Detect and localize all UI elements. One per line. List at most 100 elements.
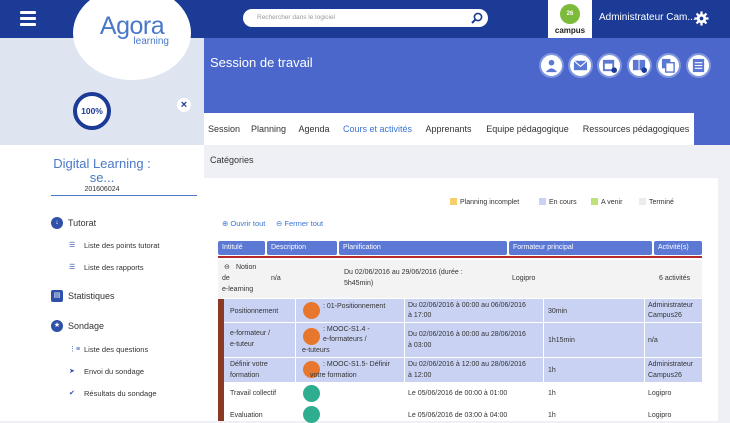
gear-icon[interactable]	[694, 11, 709, 26]
column-divider	[543, 299, 544, 383]
tab-ressources-pedagogiques[interactable]: Ressources pédagogiques	[578, 113, 694, 145]
activity-planning: Le 05/06/2016 de 03:00 à 04:00	[408, 412, 508, 419]
module-planning-line2: 5h45min)	[344, 280, 374, 287]
activity-trainer-line1: n/a	[648, 337, 658, 344]
activity-planning-line1: Du 02/06/2016 à 00:00 au 28/06/2016	[408, 331, 526, 338]
tab-session[interactable]: Session	[204, 113, 244, 145]
copy-icon	[661, 58, 675, 73]
module-status-line	[218, 256, 702, 258]
activity-planning-line1: Du 02/06/2016 à 12:00 au 28/06/2016	[408, 361, 526, 368]
campus-label: campus	[554, 26, 586, 35]
group-icon	[303, 385, 320, 402]
location-icon	[303, 406, 320, 423]
tab-cours-activites[interactable]: Cours et activités	[335, 113, 420, 145]
page-title: Session de travail	[210, 55, 313, 70]
notes-icon	[692, 58, 705, 73]
activity-trainer-line1: Administrateur	[648, 302, 694, 309]
course-title-line2: se...	[89, 170, 115, 185]
tab-planning[interactable]: Planning	[244, 113, 293, 145]
sidebar-item-resultats[interactable]: Résultats du sondage	[84, 389, 157, 398]
activity-description-line1: : MOOC-S1.4 -	[323, 326, 370, 333]
list-numbered-icon: ⋮≡	[69, 346, 81, 353]
activity-planning-line1: Du 02/06/2016 à 00:00 au 06/06/2016	[408, 302, 526, 309]
column-header-activites[interactable]: Activité(s)	[654, 241, 702, 255]
legend-en-cours: En cours	[549, 199, 577, 206]
legend-incomplet: Planning incomplet	[460, 199, 520, 206]
copy-button[interactable]	[656, 53, 681, 78]
activity-planning-line2: à 12:00	[408, 372, 432, 379]
presentation-icon	[303, 328, 320, 345]
column-header-planification[interactable]: Planification	[339, 241, 507, 255]
tab-apprenants[interactable]: Apprenants	[420, 113, 477, 145]
list-button[interactable]	[686, 53, 711, 78]
activity-name: Evaluation	[230, 412, 263, 419]
sidebar-section-sondage[interactable]: Sondage	[68, 321, 104, 331]
campus-number: 26	[566, 11, 574, 17]
course-title-line1: Digital Learning :	[53, 156, 151, 171]
open-all-label: Ouvrir tout	[230, 219, 266, 228]
activity-description-line2: votre formation	[310, 372, 357, 379]
logo-subtext: learning	[133, 36, 169, 47]
sidebar-item-points-tutorat[interactable]: Liste des points tutorat	[84, 241, 159, 250]
module-title-line2: de	[222, 275, 230, 282]
column-header-intitule[interactable]: Intitulé	[218, 241, 265, 255]
activity-trainer: Logipro	[648, 412, 672, 419]
activity-name-line2: formation	[230, 372, 260, 379]
table-row-module[interactable]	[218, 260, 702, 298]
column-header-description[interactable]: Description	[267, 241, 337, 255]
sidebar: Digital Learning : se... 201606024 ↓ Tut…	[0, 145, 204, 421]
module-trainer: Logipro	[512, 275, 536, 282]
tab-agenda[interactable]: Agenda	[293, 113, 335, 145]
column-divider	[404, 299, 405, 383]
categories-heading[interactable]: Catégories	[210, 155, 254, 165]
collapse-module-icon[interactable]: ⊖	[224, 263, 230, 272]
close-all-button[interactable]: ⊖ Fermer tout	[276, 219, 323, 228]
activity-description-line1: : MOOC-S1.5- Définir	[323, 361, 390, 368]
presentation-icon	[303, 302, 320, 319]
list-icon: ☰	[69, 242, 76, 249]
module-description: n/a	[271, 275, 281, 282]
progress-indicator: 100%	[73, 92, 111, 130]
activity-duration: 1h	[548, 367, 556, 374]
course-title[interactable]: Digital Learning : se...	[0, 157, 204, 185]
sidebar-item-rapports[interactable]: Liste des rapports	[84, 263, 144, 272]
search-input[interactable]: Rechercher dans le logiciel	[243, 9, 488, 27]
open-all-button[interactable]: ⊕ Ouvrir tout	[222, 219, 265, 228]
user-name[interactable]: Administrateur Cam...	[599, 12, 696, 23]
mail-button[interactable]	[568, 53, 593, 78]
legend-termine: Terminé	[649, 199, 674, 206]
sidebar-section-statistiques[interactable]: Statistiques	[68, 291, 115, 301]
user-button[interactable]	[539, 53, 564, 78]
add-resource-button[interactable]	[627, 53, 652, 78]
download-icon: ↓	[51, 217, 63, 229]
calendar-add-icon	[602, 59, 617, 73]
search-icon[interactable]	[470, 11, 484, 25]
activity-trainer-line1: Administrateur	[648, 361, 694, 368]
activity-trainer-line2: Campus26	[648, 372, 682, 379]
activity-planning-line2: à 17:00	[408, 312, 432, 319]
activity-name-line2: e-tuteur	[230, 341, 255, 348]
add-session-button[interactable]	[597, 53, 622, 78]
module-activity-count: 6 activités	[659, 275, 691, 282]
activity-duration: 1h	[548, 390, 556, 397]
chart-icon: ▤	[51, 290, 63, 302]
module-title-line3: e-learning	[222, 286, 254, 293]
tab-bar: Session Planning Agenda Cours et activit…	[204, 113, 718, 145]
sidebar-section-tutorat[interactable]: Tutorat	[68, 218, 96, 228]
close-icon[interactable]: ×	[177, 98, 191, 112]
sidebar-item-envoi[interactable]: Envoi du sondage	[84, 367, 144, 376]
user-icon	[545, 59, 558, 73]
close-all-label: Fermer tout	[284, 219, 324, 228]
activity-duration: 1h15min	[548, 337, 575, 344]
activity-name-line1: Définir votre	[230, 361, 268, 368]
menu-icon[interactable]	[20, 11, 36, 26]
column-header-formateur[interactable]: Formateur principal	[509, 241, 652, 255]
activity-description-line3: e-tuteurs	[302, 347, 330, 354]
column-divider	[295, 299, 296, 383]
sidebar-item-questions[interactable]: Liste des questions	[84, 345, 148, 354]
book-add-icon	[632, 59, 647, 73]
activity-description: : 01-Positionnement	[323, 303, 386, 310]
module-planning-line1: Du 02/06/2016 au 29/06/2016 (durée :	[344, 269, 463, 276]
tab-equipe-pedagogique[interactable]: Equipe pédagogique	[477, 113, 578, 145]
activity-duration: 1h	[548, 412, 556, 419]
